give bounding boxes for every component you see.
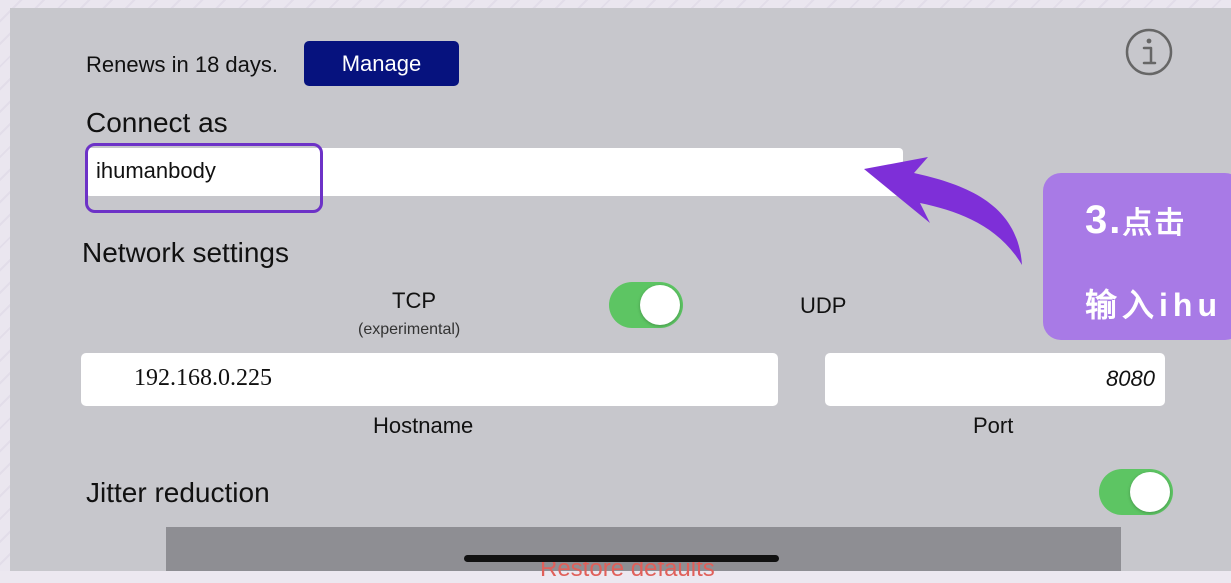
protocol-toggle[interactable]: [609, 282, 683, 328]
connect-as-label: Connect as: [86, 107, 228, 138]
username-highlight-box: [85, 143, 323, 213]
pointer-arrow-icon: [864, 157, 1022, 265]
annotation-step-text: 3.点击: [1085, 198, 1186, 243]
home-indicator: [464, 555, 779, 562]
protocol-toggle-knob: [640, 285, 680, 325]
info-circle-icon[interactable]: [1124, 27, 1174, 77]
annotation-line1: 点击: [1122, 207, 1187, 240]
tcp-sublabel: (experimental): [358, 321, 461, 338]
tcp-label: TCP: [392, 288, 436, 313]
udp-label: UDP: [800, 293, 847, 318]
hostname-label: Hostname: [373, 413, 474, 438]
annotation-step-number: 3.: [1085, 198, 1123, 242]
port-value: 8080: [1106, 366, 1155, 391]
jitter-toggle-knob: [1130, 472, 1170, 512]
network-settings-label: Network settings: [82, 237, 289, 268]
hostname-value: 192.168.0.225: [134, 365, 272, 391]
jitter-reduction-label: Jitter reduction: [86, 477, 270, 508]
port-label: Port: [973, 413, 1014, 438]
annotation-line2: 输入ihu: [1085, 287, 1222, 323]
jitter-reduction-toggle[interactable]: [1099, 469, 1173, 515]
renews-text: Renews in 18 days.: [86, 52, 278, 77]
manage-button[interactable]: Manage: [304, 41, 459, 86]
